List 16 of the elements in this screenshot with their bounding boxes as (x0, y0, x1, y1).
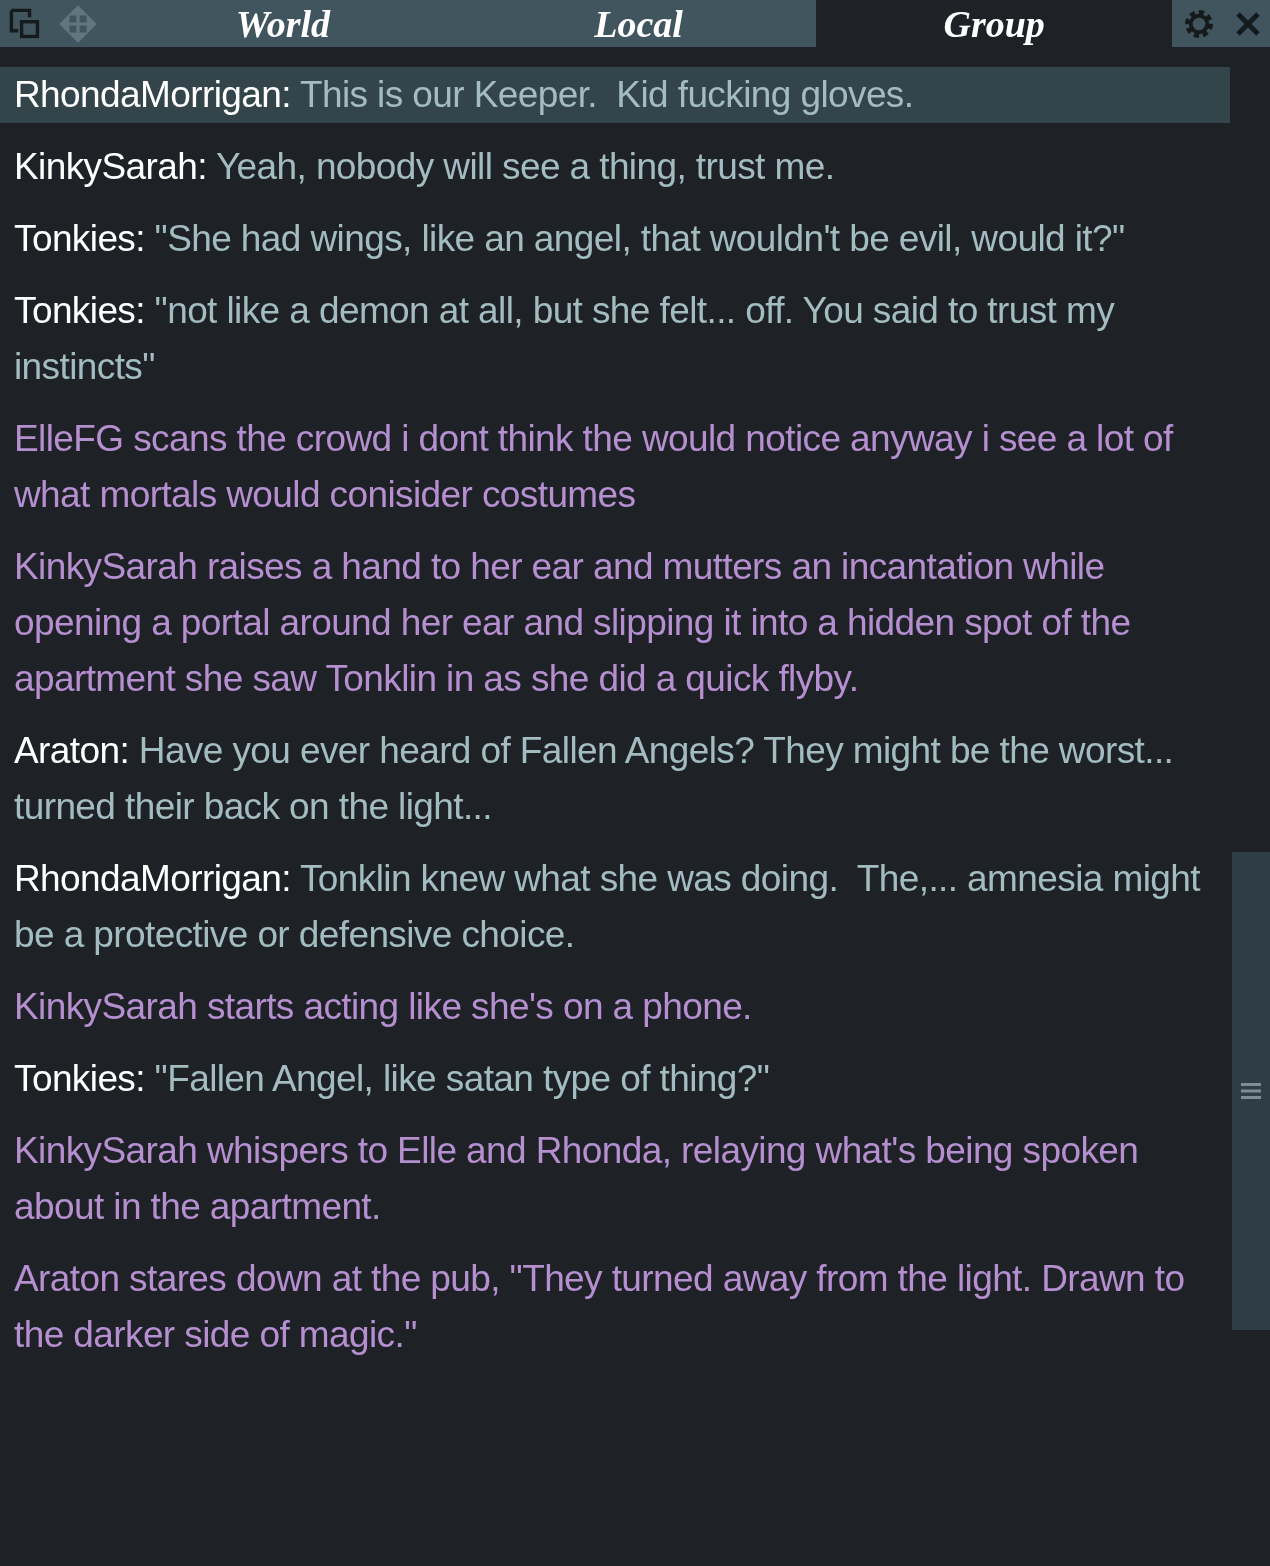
scrollbar-thumb[interactable] (1232, 852, 1270, 1330)
chat-message: KinkySarah: Yeah, nobody will see a thing, trust me. (14, 145, 836, 189)
emote-message: Araton stares down at the pub, "They turned away from the light. Drawn to the darker side of magic." (14, 1257, 1186, 1357)
chat-message: Tonkies: "She had wings, like an angel, that wouldn't be evil, would it?" (14, 217, 1126, 261)
chat-message: Araton: Have you ever heard of Fallen Angels? They might be the worst... turned their back on the light... (14, 729, 1175, 829)
chat-tab[interactable]: Local (460, 0, 817, 47)
grip-icon (1241, 1081, 1261, 1101)
chat-tab[interactable]: World (105, 0, 461, 47)
chat-message: RhondaMorrigan: Tonklin knew what she was doing. The,... amnesia might be a protective or defensive choice. (14, 857, 1202, 957)
chat-message: Tonkies: "Fallen Angel, like satan type of thing?" (14, 1057, 771, 1101)
emote-message: KinkySarah raises a hand to her ear and mutters an incantation while opening a portal around her ear and slipping it into a hidden spot of the apartment she saw Tonklin in as she did a quick flyby. (14, 545, 1132, 701)
chat-message: Tonkies: "not like a demon at all, but she felt... off. You said to trust my instincts" (14, 289, 1116, 389)
emote-message: KinkySarah whispers to Elle and Rhonda, relaying what's being spoken about in the apartment. (14, 1129, 1140, 1229)
chat-message: RhondaMorrigan: This is our Keeper. Kid fucking gloves. (14, 73, 915, 117)
emote-message: KinkySarah starts acting like she's on a phone. (14, 985, 753, 1029)
emote-message: ElleFG scans the crowd i dont think the would notice anyway i see a lot of what mortals would conisider costumes (14, 417, 1175, 517)
